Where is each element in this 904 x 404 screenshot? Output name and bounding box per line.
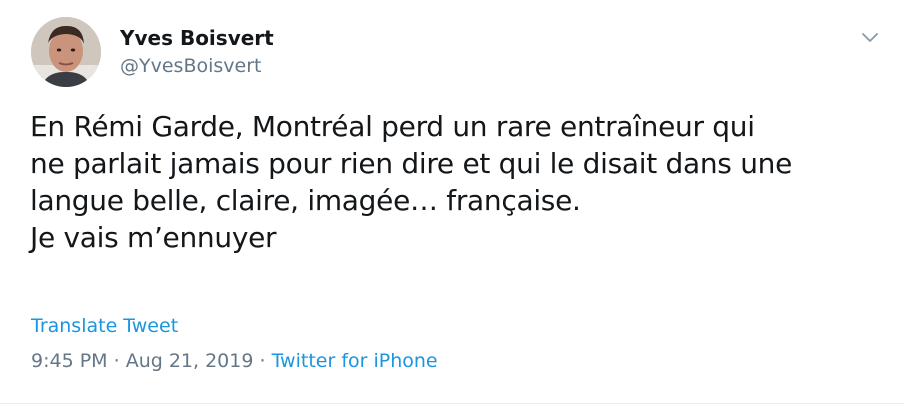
translate-tweet-link[interactable]: Translate Tweet [31, 314, 178, 338]
tweet-text-line: ne parlait jamais pour rien dire et qui … [30, 147, 793, 180]
tweet-text-line: langue belle, claire, imagée… française. [30, 184, 581, 217]
tweet-time[interactable]: 9:45 PM [31, 350, 108, 372]
tweet-source-link[interactable]: Twitter for iPhone [272, 350, 438, 372]
separator: · [259, 350, 266, 372]
tweet-text-line: En Rémi Garde, Montréal perd un rare ent… [30, 110, 755, 143]
author-handle[interactable]: @YvesBoisvert [120, 54, 261, 78]
tweet-menu-button[interactable] [858, 27, 882, 47]
tweet-text-line: Je vais m’ennuyer [30, 221, 277, 254]
avatar[interactable] [31, 17, 101, 87]
tweet-date[interactable]: Aug 21, 2019 [126, 350, 254, 372]
chevron-down-icon [862, 33, 878, 42]
tweet-metadata: 9:45 PM · Aug 21, 2019 · Twitter for iPh… [31, 349, 438, 373]
separator: · [113, 350, 120, 372]
tweet-card: Yves Boisvert @YvesBoisvert En Rémi Gard… [0, 0, 904, 404]
author-display-name[interactable]: Yves Boisvert [120, 26, 274, 50]
avatar-photo [31, 17, 101, 87]
tweet-text: En Rémi Garde, Montréal perd un rare ent… [30, 108, 890, 256]
